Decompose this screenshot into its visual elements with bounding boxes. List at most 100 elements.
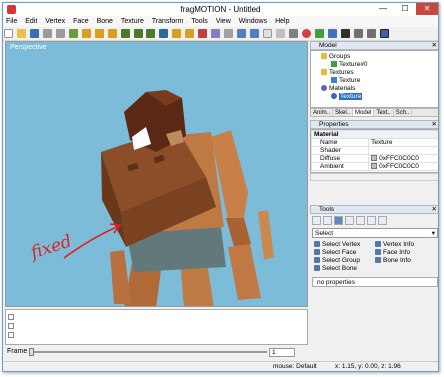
translate-icon[interactable] — [172, 29, 182, 38]
vertex-icon — [314, 241, 320, 248]
tree-item[interactable]: Texture#0 — [311, 61, 438, 69]
menu-tools[interactable]: Tools — [188, 16, 210, 27]
redo-icon[interactable] — [55, 29, 65, 38]
pointer-icon[interactable] — [312, 216, 321, 225]
tool-bone-info[interactable]: Bone Info — [375, 257, 436, 265]
menu-windows[interactable]: Windows — [236, 16, 270, 27]
tree-item[interactable]: Texture — [311, 93, 438, 101]
tree-item[interactable]: Texture — [311, 77, 438, 85]
bones-view-icon[interactable] — [340, 29, 350, 38]
select-tool-icon[interactable] — [334, 216, 343, 225]
app-icon — [7, 5, 16, 14]
checkbox-icon[interactable] — [8, 323, 14, 329]
layout-icon[interactable] — [353, 29, 363, 38]
color-swatch-icon — [371, 163, 378, 170]
select-icon[interactable] — [68, 29, 78, 38]
tree-item[interactable]: Textures — [311, 69, 438, 77]
grid-icon[interactable] — [224, 29, 234, 38]
character-model: fixed — [26, 90, 274, 306]
open-icon[interactable] — [16, 29, 26, 38]
tab-skeleton[interactable]: Skel.. — [333, 109, 354, 116]
checkbox-icon[interactable] — [8, 332, 14, 338]
tab-textures[interactable]: Text.. — [374, 109, 394, 116]
model-tree: Groups Texture#0 Textures Texture Materi… — [310, 50, 438, 108]
tab-schema[interactable]: Sch.. — [394, 109, 413, 116]
app-window: fragMOTION - Untitled — ☐ ✕ File Edit Ve… — [2, 2, 439, 372]
properties-panel-title: Properties ✕ — [310, 120, 438, 129]
checkbox-icon[interactable] — [8, 314, 14, 320]
folder-icon — [321, 53, 327, 60]
pivot-icon[interactable] — [185, 29, 195, 38]
split-icon[interactable] — [366, 29, 376, 38]
tool-vertex-info[interactable]: Vertex Info — [375, 241, 436, 249]
bone-icon[interactable] — [159, 29, 169, 38]
close-button[interactable]: ✕ — [416, 3, 438, 15]
new-icon[interactable] — [4, 29, 13, 38]
property-row[interactable]: Shader — [311, 146, 438, 155]
normals-icon[interactable] — [327, 29, 337, 38]
minimize-button[interactable]: — — [372, 3, 394, 15]
tree-item[interactable]: Groups — [311, 53, 438, 61]
menu-face[interactable]: Face — [70, 16, 92, 27]
tool-select[interactable]: Select — [312, 228, 438, 238]
move-tool-icon[interactable] — [345, 216, 354, 225]
face-icon[interactable] — [133, 29, 143, 38]
menu-help[interactable]: Help — [272, 16, 292, 27]
extrude-icon[interactable] — [211, 29, 221, 38]
info-icon — [375, 249, 381, 256]
frame-input[interactable]: 1 — [269, 348, 295, 357]
flat-icon[interactable] — [276, 29, 286, 38]
close-icon[interactable]: ✕ — [432, 206, 437, 214]
scale-tool-icon[interactable] — [367, 216, 376, 225]
view-icon[interactable] — [237, 29, 247, 38]
right-panel: Model ✕ Groups Texture#0 Textures Texture… — [310, 41, 438, 365]
light-icon[interactable] — [301, 29, 311, 38]
vertex-icon[interactable] — [120, 29, 130, 38]
tool-select-vertex[interactable]: Select Vertex — [314, 241, 375, 249]
close-icon[interactable]: ✕ — [432, 42, 437, 50]
smooth-icon[interactable] — [288, 29, 298, 38]
wireframe-icon[interactable] — [263, 29, 273, 38]
close-icon[interactable]: ✕ — [432, 121, 437, 129]
tree-item[interactable]: Materials — [311, 85, 438, 93]
properties-scrollbar[interactable] — [310, 173, 438, 181]
create-tool-icon[interactable] — [378, 216, 387, 225]
group-icon[interactable] — [146, 29, 156, 38]
maximize-button[interactable]: ☐ — [394, 3, 416, 15]
weld-icon[interactable] — [198, 29, 208, 38]
property-row[interactable]: Diffuse 0xFFC0C0C0 — [311, 154, 438, 163]
property-row[interactable]: Ambient 0xFFC0C0C0 — [311, 162, 438, 171]
toolbar — [3, 27, 438, 41]
bone-icon — [314, 265, 320, 272]
tools-icon-row — [310, 214, 438, 227]
info-icon — [375, 257, 381, 264]
tab-model[interactable]: Model — [353, 109, 375, 116]
menu-bone[interactable]: Bone — [94, 16, 116, 27]
rotate-icon[interactable] — [94, 29, 104, 38]
camera-icon[interactable] — [250, 29, 260, 38]
frame-slider-handle[interactable] — [29, 348, 34, 356]
move-icon[interactable] — [81, 29, 91, 38]
hand-icon[interactable] — [323, 216, 332, 225]
frame-slider-track[interactable] — [29, 351, 267, 353]
menu-texture[interactable]: Texture — [118, 16, 147, 27]
menu-view[interactable]: View — [213, 16, 234, 27]
menu-vertex[interactable]: Vertex — [42, 16, 68, 27]
tool-select-bone[interactable]: Select Bone — [314, 265, 375, 273]
texture-icon[interactable] — [314, 29, 324, 38]
property-row[interactable]: Name Texture — [311, 138, 438, 147]
single-view-icon[interactable] — [379, 29, 389, 38]
tab-animation[interactable]: Anim.. — [311, 109, 334, 116]
tool-select-group[interactable]: Select Group — [314, 257, 375, 265]
annotation-text: fixed — [26, 231, 74, 264]
menu-transform[interactable]: Transform — [149, 16, 187, 27]
save-icon[interactable] — [29, 29, 39, 38]
undo-icon[interactable] — [42, 29, 52, 38]
tool-face-info[interactable]: Face Info — [375, 249, 436, 257]
3d-viewport[interactable]: Perspective fixed — [5, 41, 308, 307]
menu-edit[interactable]: Edit — [22, 16, 40, 27]
menu-file[interactable]: File — [3, 16, 20, 27]
rotate-tool-icon[interactable] — [356, 216, 365, 225]
scale-icon[interactable] — [107, 29, 117, 38]
tool-select-face[interactable]: Select Face — [314, 249, 375, 257]
